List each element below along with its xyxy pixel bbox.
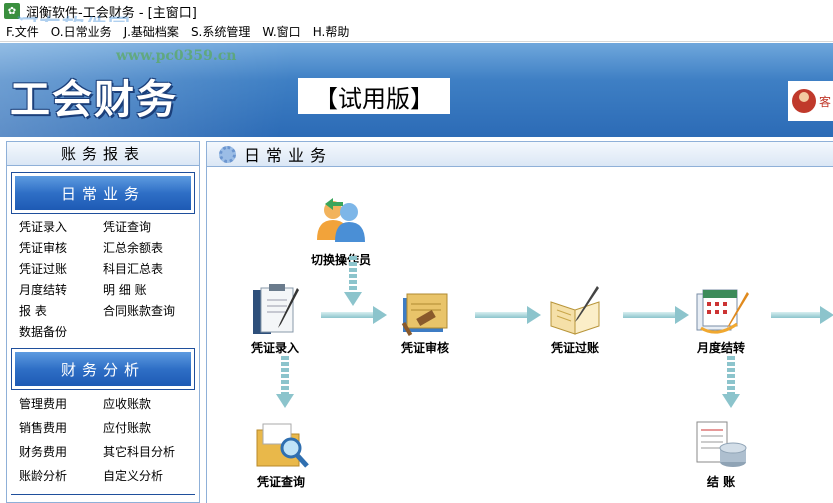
calendar-pen-icon (693, 284, 749, 336)
section-next-edge (11, 494, 195, 498)
edition-label: 【试用版】 (298, 78, 450, 114)
section-title-daily: 日常业务 (15, 176, 191, 210)
flow-arrow-audit-post (475, 306, 541, 324)
section-analysis: 财务分析 管理费用 应收账款 销售费用 应付账款 财务费用 其它科目分析 账龄分… (11, 348, 195, 486)
user-label: 客 (819, 94, 832, 109)
menu-file[interactable]: F.文件 (0, 23, 45, 40)
link-aging-analysis[interactable]: 账龄分析 (19, 466, 103, 486)
section-daily: 日常业务 凭证录入 凭证查询 凭证审核 汇总余额表 凭证过账 科目汇总表 月度结… (11, 172, 195, 342)
main-title: 日常业务 (244, 146, 333, 165)
link-month-end[interactable]: 月度结转 (19, 281, 103, 300)
section-header-daily[interactable]: 日常业务 (11, 172, 195, 214)
clipboard-pen-icon (247, 284, 303, 336)
node-label-voucher-query: 凭证查询 (256, 475, 305, 489)
link-report[interactable]: 报 表 (19, 302, 103, 321)
link-finance-expense[interactable]: 财务费用 (19, 442, 103, 462)
link-other-accounts[interactable]: 其它科目分析 (103, 442, 193, 462)
folder-magnifier-icon (253, 418, 309, 470)
section-header-analysis[interactable]: 财务分析 (11, 348, 195, 390)
link-voucher-query[interactable]: 凭证查询 (103, 218, 193, 237)
section-title-analysis: 财务分析 (15, 352, 191, 386)
link-list-daily: 凭证录入 凭证查询 凭证审核 汇总余额表 凭证过账 科目汇总表 月度结转 明 细… (11, 214, 195, 342)
coins-report-icon (693, 418, 749, 470)
menu-help[interactable]: H.帮助 (307, 23, 356, 40)
link-voucher-audit[interactable]: 凭证审核 (19, 239, 103, 258)
app-icon: ✿ (4, 3, 20, 19)
node-month-end[interactable]: 月度结转 (693, 284, 749, 356)
banner: 工会财务 【试用版】 客 (0, 43, 833, 137)
link-voucher-entry[interactable]: 凭证录入 (19, 218, 103, 237)
main-panel: 日常业务 切换操作员 凭证录入 凭证审核 凭证过账 月度结转 凭证查询 结 账 (206, 141, 833, 503)
link-balance-summary[interactable]: 汇总余额表 (103, 239, 193, 258)
node-label-voucher-audit: 凭证审核 (400, 341, 449, 355)
link-receivable[interactable]: 应收账款 (103, 394, 193, 414)
node-label-switch-operator: 切换操作员 (311, 253, 372, 267)
main-header: 日常业务 (207, 142, 833, 167)
node-label-month-end: 月度结转 (696, 341, 745, 355)
flow-arrow-entry-audit (321, 306, 387, 324)
gear-icon (219, 145, 236, 163)
flow-arrow-post-monthend (623, 306, 689, 324)
link-ledger-detail[interactable]: 明 细 账 (103, 281, 193, 300)
window-title: 润衡软件-工会财务 - [主窗口] (26, 5, 197, 21)
customer-service[interactable]: 客 (788, 81, 833, 121)
link-list-analysis: 管理费用 应收账款 销售费用 应付账款 财务费用 其它科目分析 账龄分析 自定义… (11, 390, 195, 486)
node-voucher-audit[interactable]: 凭证审核 (397, 284, 453, 356)
menu-system[interactable]: S.系统管理 (185, 23, 256, 40)
node-voucher-entry[interactable]: 凭证录入 (247, 284, 303, 356)
sidebar-header: 账务报表 (7, 142, 199, 166)
link-data-backup[interactable]: 数据备份 (19, 323, 103, 342)
link-sales-expense[interactable]: 销售费用 (19, 418, 103, 438)
user-icon (792, 89, 816, 113)
app-logo: 工会财务 (10, 77, 178, 123)
menu-daily[interactable]: O.日常业务 (45, 23, 118, 40)
link-admin-expense[interactable]: 管理费用 (19, 394, 103, 414)
operators-icon (313, 196, 369, 248)
flow-arrow-entry-query (276, 356, 294, 408)
node-label-close-books: 结 账 (706, 475, 736, 489)
node-voucher-post[interactable]: 凭证过账 (547, 284, 603, 356)
link-account-summary[interactable]: 科目汇总表 (103, 260, 193, 279)
link-payable[interactable]: 应付账款 (103, 418, 193, 438)
node-label-voucher-post: 凭证过账 (550, 341, 599, 355)
open-book-pen-icon (547, 284, 603, 336)
flow-arrow-monthend-close (722, 356, 740, 408)
menu-archive[interactable]: J.基础档案 (118, 23, 185, 40)
menu-window[interactable]: W.窗口 (256, 23, 306, 40)
flow-arrow-monthend-next (771, 306, 833, 324)
menu-bar: F.文件 O.日常业务 J.基础档案 S.系统管理 W.窗口 H.帮助 (0, 22, 833, 42)
link-custom-analysis[interactable]: 自定义分析 (103, 466, 193, 486)
link-contract-query[interactable]: 合同账款查询 (103, 302, 193, 321)
sidebar: 账务报表 日常业务 凭证录入 凭证查询 凭证审核 汇总余额表 凭证过账 科目汇总… (6, 141, 200, 503)
node-voucher-query[interactable]: 凭证查询 (253, 418, 309, 490)
node-label-voucher-entry: 凭证录入 (250, 341, 299, 355)
gavel-book-icon (397, 284, 453, 337)
flow-arrow-operator-entry (344, 256, 362, 306)
node-close-books[interactable]: 结 账 (693, 418, 749, 490)
link-voucher-post[interactable]: 凭证过账 (19, 260, 103, 279)
title-bar: ✿ 润衡软件-工会财务 - [主窗口] (0, 0, 833, 22)
node-switch-operator[interactable]: 切换操作员 (311, 196, 371, 268)
